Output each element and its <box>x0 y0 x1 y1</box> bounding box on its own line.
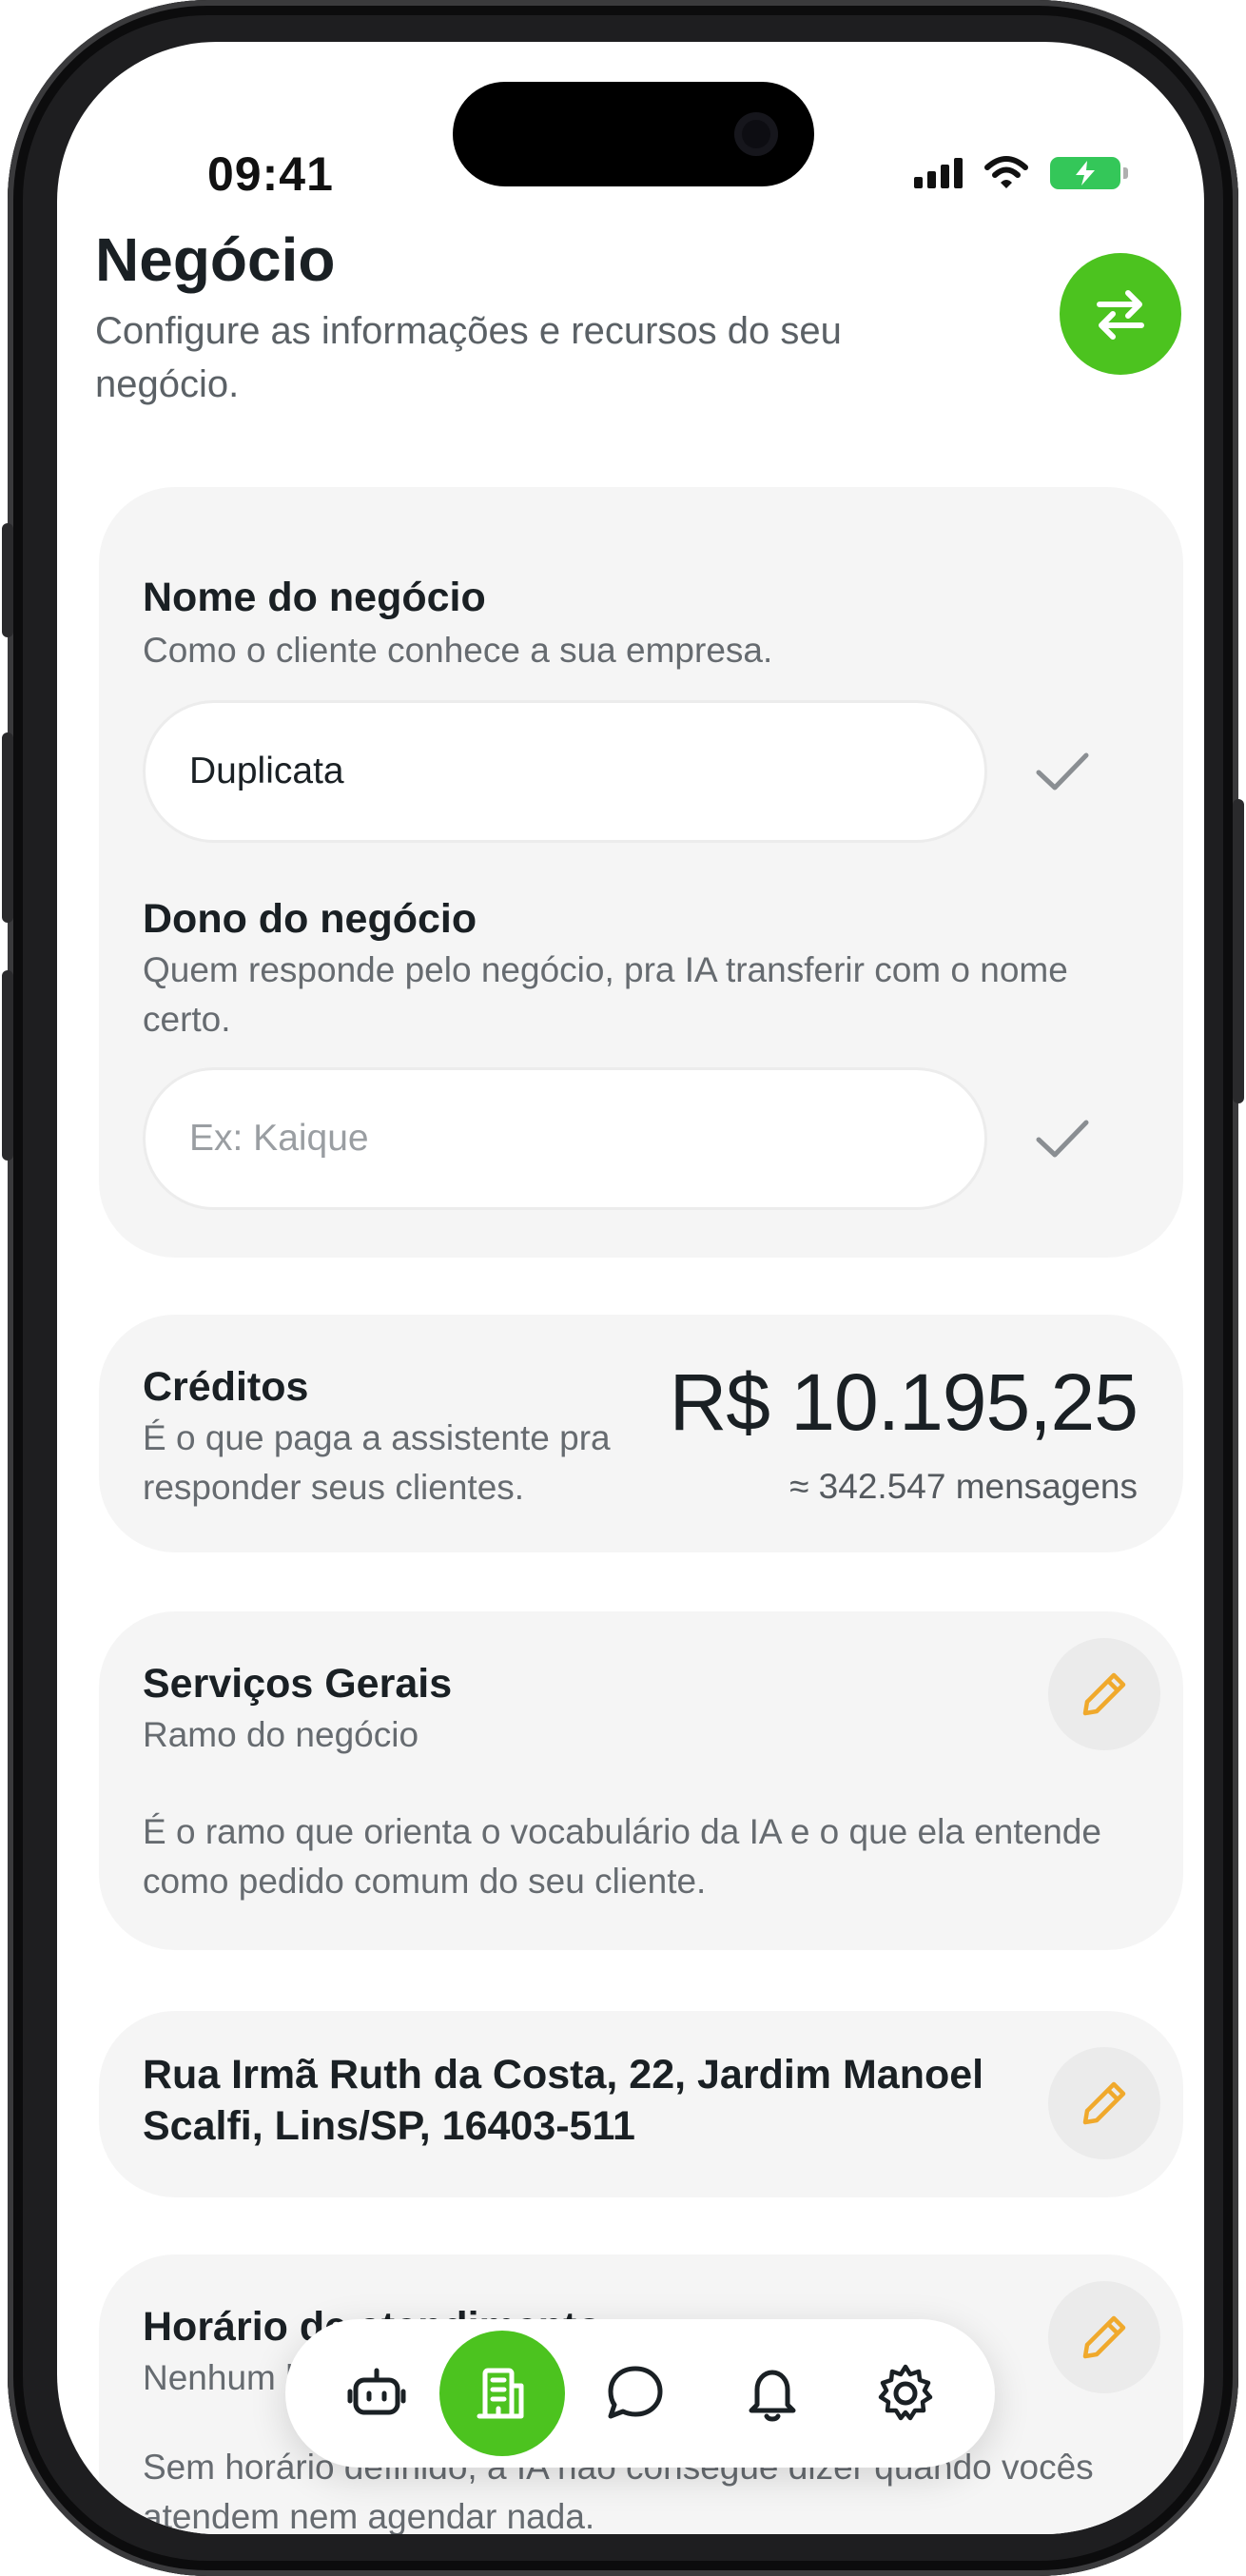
credits-amount: R$ 10.195,25 <box>669 1357 1139 1447</box>
camera-icon <box>734 112 778 156</box>
industry-title: Serviços Gerais <box>143 1661 453 1707</box>
business-name-label: Nome do negócio <box>143 575 486 620</box>
volume-up-button <box>2 732 13 923</box>
edit-hours-button[interactable] <box>1048 2281 1160 2393</box>
pencil-icon <box>1082 2315 1126 2359</box>
dynamic-island <box>453 82 814 186</box>
business-owner-description: Quem responde pelo negócio, pra IA trans… <box>143 950 1068 1039</box>
swap-arrows-icon <box>1097 290 1144 340</box>
phone-frame: 09:41 Negócio Configure as informações e… <box>2 0 1244 2576</box>
nav-business[interactable] <box>439 2331 565 2456</box>
power-button <box>1233 799 1244 1103</box>
screen: 09:41 Negócio Configure as informações e… <box>57 42 1204 2534</box>
business-name-description: Como o cliente conhece a sua empresa. <box>143 631 773 670</box>
industry-subtitle: Ramo do negócio <box>143 1715 419 1754</box>
building-icon <box>477 2368 524 2419</box>
gear-icon <box>878 2364 933 2421</box>
wifi-icon <box>984 156 1028 188</box>
address-text: Rua Irmã Ruth da Costa, 22, Jardim Manoe… <box>143 2052 984 2149</box>
credits-messages: ≈ 342.547 mensagens <box>789 1467 1138 1506</box>
robot-icon <box>347 2368 406 2415</box>
pencil-icon <box>1082 1672 1126 1716</box>
industry-description: É o ramo que orienta o vocabulário da IA… <box>143 1812 1101 1901</box>
business-identity-card: Nome do negócio Como o cliente conhece a… <box>99 487 1183 1258</box>
credits-card: Créditos É o que paga a assistente pra r… <box>99 1315 1183 1552</box>
page-title: Negócio <box>95 225 336 294</box>
bottom-navigation <box>285 2319 995 2468</box>
chat-bubble-icon <box>608 2366 663 2419</box>
status-icons <box>914 156 1128 190</box>
nav-notifications[interactable] <box>710 2331 835 2456</box>
status-time: 09:41 <box>207 147 334 201</box>
business-owner-input[interactable] <box>143 1067 987 1210</box>
nav-conversations[interactable] <box>573 2331 698 2456</box>
battery-icon <box>1050 157 1128 189</box>
credits-label: Créditos <box>143 1364 309 1410</box>
signal-icon <box>914 158 963 188</box>
credits-description: É o que paga a assistente pra responder … <box>143 1418 611 1507</box>
pencil-icon <box>1082 2081 1126 2125</box>
business-name-input[interactable] <box>143 700 987 843</box>
address-card: Rua Irmã Ruth da Costa, 22, Jardim Manoe… <box>99 2011 1183 2197</box>
edit-industry-button[interactable] <box>1048 1638 1160 1750</box>
volume-down-button <box>2 970 13 1161</box>
nav-settings[interactable] <box>843 2331 968 2456</box>
industry-card: Serviços Gerais Ramo do negócio É o ramo… <box>99 1611 1183 1950</box>
switch-business-button[interactable] <box>1060 253 1181 375</box>
action-button <box>2 523 13 637</box>
business-owner-label: Dono do negócio <box>143 896 477 942</box>
nav-assistant[interactable] <box>314 2331 439 2456</box>
edit-address-button[interactable] <box>1048 2047 1160 2159</box>
bell-icon <box>749 2370 796 2422</box>
business-name-confirm-icon[interactable] <box>1029 738 1096 805</box>
business-owner-confirm-icon[interactable] <box>1029 1105 1096 1172</box>
page-subtitle: Configure as informações e recursos do s… <box>95 310 842 405</box>
